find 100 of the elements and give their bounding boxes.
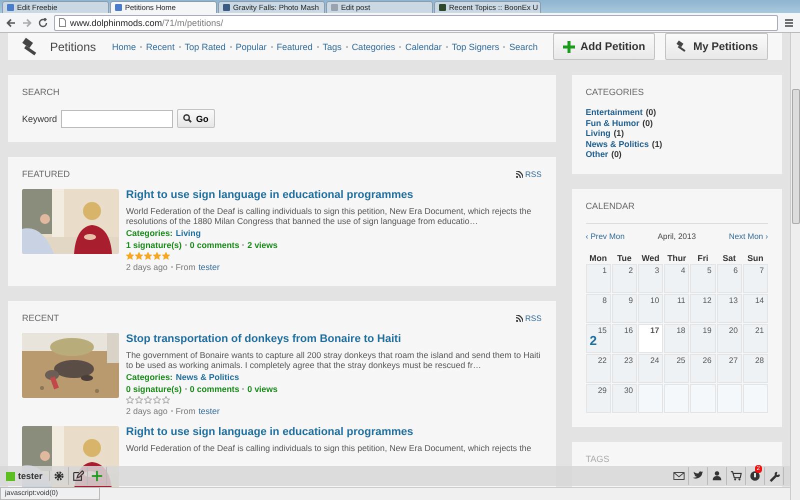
petition-stat[interactable]: 0 views <box>247 384 278 394</box>
petition-description: World Federation of the Deaf is calling individuals to sign this petition, New Era Document, which rejects the resolutions of the 1880 Milan Congress that banned the use of sign language from educatio… <box>126 206 532 226</box>
next-month-link[interactable]: Next Mon › <box>728 232 768 240</box>
author-link[interactable]: tester <box>198 262 220 272</box>
category-link[interactable]: Other <box>586 149 608 160</box>
calendar-day[interactable]: 30 <box>612 384 637 412</box>
nav-link[interactable]: Popular <box>236 42 267 52</box>
category-count: (0) <box>611 149 622 160</box>
rss-link[interactable]: RSS <box>516 314 542 322</box>
prev-month-link[interactable]: ‹ Prev Mon <box>586 232 625 240</box>
calendar-day[interactable]: 7 <box>742 264 768 292</box>
calendar-day[interactable]: 15 2 <box>586 324 611 352</box>
keyword-field[interactable] <box>61 110 174 128</box>
weekday-label: Fri <box>696 252 710 262</box>
petition-description: World Federation of the Deaf is calling individuals to sign this petition, New Era Document, which rejects the <box>126 443 532 453</box>
menu-icon[interactable] <box>784 18 794 28</box>
calendar-day[interactable]: 16 <box>612 324 637 352</box>
nav-link[interactable]: Calendar <box>405 42 442 52</box>
nav-link[interactable]: Top Signers <box>452 42 500 52</box>
category-link[interactable]: Entertainment <box>586 107 643 118</box>
weekday-label: Mon <box>588 252 608 262</box>
calendar-day[interactable]: 4 <box>664 264 690 292</box>
calendar-day[interactable]: 19 <box>690 324 716 352</box>
section-title: CATEGORIES <box>586 87 644 97</box>
calendar-day[interactable]: 14 <box>742 294 768 322</box>
month-label: April, 2013 <box>658 232 696 240</box>
section-title: FEATURED <box>22 169 70 179</box>
weekday-label: Sat <box>722 252 737 262</box>
calendar-day[interactable]: 20 <box>716 324 742 352</box>
from-label: From <box>176 406 196 416</box>
calendar-day[interactable]: 5 <box>690 264 716 292</box>
calendar-day[interactable]: 25 <box>664 354 690 382</box>
person-icon <box>711 470 723 482</box>
category-link[interactable]: News & Politics <box>176 372 240 382</box>
horizontal-scrollbar[interactable] <box>100 487 790 500</box>
nav-link[interactable]: Featured <box>276 42 313 52</box>
calendar-day[interactable]: 2 <box>612 264 637 292</box>
calendar-day[interactable]: 27 <box>716 354 742 382</box>
category-link[interactable]: Living <box>586 128 611 138</box>
weekday-label: Sun <box>746 252 764 262</box>
nav-link[interactable]: Search <box>509 42 538 52</box>
nav-link[interactable]: Top Rated <box>184 42 226 52</box>
category-link[interactable]: Living <box>176 228 201 238</box>
add-petition-button[interactable]: Add Petition <box>553 33 656 60</box>
petition-stat[interactable]: 0 signature(s) <box>126 384 182 394</box>
calendar-day[interactable]: 3 <box>638 264 664 292</box>
plus-icon <box>563 40 576 52</box>
go-button[interactable]: Go <box>177 109 215 128</box>
back-icon[interactable] <box>6 18 16 28</box>
from-label: From <box>176 262 196 272</box>
user-menu[interactable]: tester <box>6 471 50 481</box>
calendar-day[interactable]: 11 <box>664 294 690 322</box>
calendar-day[interactable]: 22 <box>586 354 611 382</box>
calendar-day[interactable]: 12 <box>690 294 716 322</box>
scrollbar[interactable] <box>790 33 800 500</box>
envelope-icon <box>673 470 685 482</box>
nav-link[interactable]: Tags <box>322 42 342 52</box>
author-link[interactable]: tester <box>198 406 220 416</box>
rss-icon <box>516 314 524 322</box>
calendar-day[interactable]: 17 <box>638 324 664 352</box>
calendar-day[interactable]: 6 <box>716 264 742 292</box>
petition-stat[interactable]: 0 comments <box>190 240 240 250</box>
petition-title[interactable]: Right to use sign language in educational programmes <box>126 426 542 438</box>
calendar-day[interactable]: 29 <box>586 384 611 412</box>
category-link[interactable]: Fun & Humor <box>586 118 640 128</box>
petition-stat[interactable]: 1 signature(s) <box>126 240 182 250</box>
calendar-day[interactable]: 18 <box>664 324 690 352</box>
petition-title[interactable]: Stop transportation of donkeys from Bonaire to Haiti <box>126 333 542 345</box>
category-link[interactable]: News & Politics <box>586 138 649 149</box>
nav-link[interactable]: Recent <box>146 42 175 52</box>
nav-link[interactable]: Categories <box>352 42 396 52</box>
petition-count[interactable]: 2 <box>590 334 597 346</box>
petition-stat[interactable]: 0 comments <box>190 384 240 394</box>
calendar-day[interactable]: 8 <box>586 294 611 322</box>
address-field[interactable]: www.dolphinmods.com/71/m/petitions/ <box>54 14 778 30</box>
calendar-day[interactable]: 23 <box>612 354 637 382</box>
calendar-day[interactable]: 13 <box>716 294 742 322</box>
my-petitions-button[interactable]: My Petitions <box>665 33 768 60</box>
weekday-label: Thur <box>666 252 688 262</box>
post-age: 2 days ago <box>126 262 168 272</box>
categories-label: Categories: <box>126 228 173 238</box>
calendar-day[interactable]: 9 <box>612 294 637 322</box>
section-title: RECENT <box>22 313 60 323</box>
category-count: (1) <box>652 138 662 149</box>
calendar-day[interactable]: 10 <box>638 294 664 322</box>
notification-icon <box>749 470 761 482</box>
calendar-day[interactable]: 28 <box>742 354 768 382</box>
field-label: Keyword <box>22 114 58 124</box>
petition-stat[interactable]: 2 views <box>247 240 278 250</box>
petition-description: The government of Bonaire wants to capture all 200 stray donkeys that roam the island and send them to Haiti to be used as working animals. I completely agree that the stray donkeys must be rescued fr… <box>126 350 542 370</box>
rss-link[interactable]: RSS <box>516 170 542 178</box>
section-title: SEARCH <box>22 87 60 97</box>
calendar-day[interactable]: 26 <box>690 354 716 382</box>
calendar-day[interactable]: 24 <box>638 354 664 382</box>
petition-title[interactable]: Right to use sign language in educational programmes <box>126 189 542 201</box>
calendar-day[interactable]: 1 <box>586 264 611 292</box>
calendar-day[interactable]: 21 <box>742 324 768 352</box>
nav-link[interactable]: Home <box>112 42 136 52</box>
reload-icon[interactable] <box>38 18 48 28</box>
category-count: (0) <box>642 118 653 128</box>
